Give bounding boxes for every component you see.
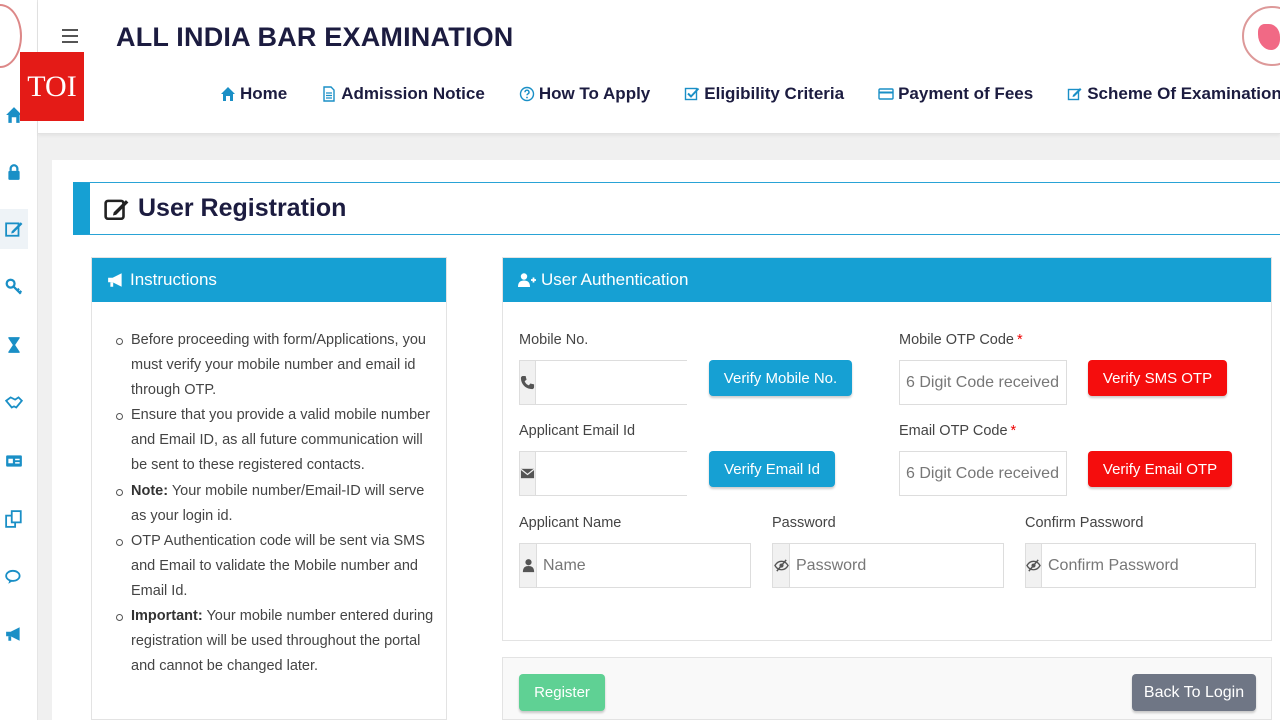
envelope-icon xyxy=(520,452,536,495)
id-card-icon[interactable] xyxy=(0,441,28,481)
nav-payment-of-fees[interactable]: Payment of Fees xyxy=(878,84,1033,104)
nav-label: How To Apply xyxy=(538,84,651,103)
email-label: Applicant Email Id xyxy=(519,423,635,439)
verify-email-otp-button[interactable]: Verify Email OTP xyxy=(1088,451,1232,487)
mobile-input-group xyxy=(519,360,749,405)
nav-home[interactable]: Home xyxy=(220,84,287,104)
item-text: Your mobile number/Email-ID will serve a… xyxy=(131,482,425,524)
key-icon[interactable] xyxy=(0,267,28,307)
back-to-login-button[interactable]: Back To Login xyxy=(1132,674,1256,711)
confirm-password-label-text: Confirm Password xyxy=(1025,515,1144,531)
authentication-title: User Authentication xyxy=(541,270,689,289)
mobile-otp-input[interactable] xyxy=(899,360,1067,405)
bullhorn-icon[interactable] xyxy=(0,614,28,654)
toi-badge: TOI xyxy=(20,52,84,121)
password-input[interactable] xyxy=(790,544,1003,587)
required-mark: * xyxy=(1010,423,1017,439)
password-label-text: Password xyxy=(772,515,836,531)
list-item: Note: Your mobile number/Email-ID will s… xyxy=(116,479,436,529)
credit-card-icon xyxy=(878,88,894,100)
confirm-password-input[interactable] xyxy=(1042,544,1255,587)
council-logo xyxy=(0,4,22,68)
menu-toggle-icon[interactable] xyxy=(62,29,78,43)
edit-icon[interactable] xyxy=(0,209,28,249)
form-actions: Register Back To Login xyxy=(502,657,1272,720)
lock-icon[interactable] xyxy=(0,152,28,192)
check-square-icon xyxy=(685,87,700,101)
user-plus-icon xyxy=(518,273,536,287)
nav-label: Payment of Fees xyxy=(898,84,1034,103)
eye-slash-icon[interactable] xyxy=(773,544,790,587)
top-header: ALL INDIA BAR EXAMINATION Home Admission… xyxy=(38,0,1280,134)
instructions-panel: Instructions Before proceeding with form… xyxy=(91,257,447,720)
verify-sms-otp-button[interactable]: Verify SMS OTP xyxy=(1088,360,1227,396)
email-otp-label-text: Email OTP Code xyxy=(899,423,1008,439)
list-item: Before proceeding with form/Applications… xyxy=(116,328,436,403)
user-icon xyxy=(520,544,537,587)
nav-scheme-of-examination[interactable]: Scheme Of Examination xyxy=(1067,84,1280,104)
item-text: Ensure that you provide a valid mobile n… xyxy=(131,407,431,474)
register-button[interactable]: Register xyxy=(519,674,605,711)
password-label: Password xyxy=(772,515,836,531)
user-authentication-panel: User Authentication Mobile No. Verify Mo… xyxy=(502,257,1272,641)
list-item: Important: Your mobile number entered du… xyxy=(116,604,436,679)
mobile-label-text: Mobile No. xyxy=(519,332,589,348)
list-item: Ensure that you provide a valid mobile n… xyxy=(116,403,436,478)
required-mark: * xyxy=(1016,332,1023,348)
instructions-header: Instructions xyxy=(92,258,446,302)
email-otp-input[interactable] xyxy=(899,451,1067,496)
hourglass-icon[interactable] xyxy=(0,325,28,365)
nav-how-to-apply[interactable]: How To Apply xyxy=(519,84,650,104)
question-circle-icon xyxy=(519,86,535,102)
main-content: User Registration Instructions Before pr… xyxy=(52,160,1280,720)
nav-label: Admission Notice xyxy=(341,84,485,103)
handshake-icon[interactable] xyxy=(0,383,28,423)
edit-square-icon xyxy=(1067,88,1082,101)
bullhorn-icon xyxy=(108,273,122,287)
mobile-otp-label: Mobile OTP Code * xyxy=(899,332,1023,348)
name-label: Applicant Name xyxy=(519,515,621,531)
name-input[interactable] xyxy=(537,544,750,587)
email-otp-label: Email OTP Code * xyxy=(899,423,1016,439)
list-item: OTP Authentication code will be sent via… xyxy=(116,529,436,604)
eye-slash-icon[interactable] xyxy=(1026,544,1042,587)
name-label-text: Applicant Name xyxy=(519,515,622,531)
edit-icon xyxy=(104,199,129,220)
email-input-group xyxy=(519,451,749,496)
item-text: OTP Authentication code will be sent via… xyxy=(131,532,425,599)
nav-label: Eligibility Criteria xyxy=(704,84,845,103)
authentication-header: User Authentication xyxy=(503,258,1271,302)
instructions-title: Instructions xyxy=(130,270,217,289)
app-title: ALL INDIA BAR EXAMINATION xyxy=(116,22,514,52)
document-icon xyxy=(323,86,335,102)
top-nav: Home Admission Notice How To Apply Eligi… xyxy=(220,84,1280,104)
verify-email-button[interactable]: Verify Email Id xyxy=(709,451,835,487)
nav-admission-notice[interactable]: Admission Notice xyxy=(321,84,485,104)
nav-eligibility-criteria[interactable]: Eligibility Criteria xyxy=(684,84,844,104)
item-emphasis: Important: xyxy=(131,608,203,625)
password-input-group xyxy=(772,543,1004,588)
verify-mobile-button[interactable]: Verify Mobile No. xyxy=(709,360,852,396)
comments-icon[interactable] xyxy=(0,557,28,597)
page-title: User Registration xyxy=(138,194,347,222)
copy-icon[interactable] xyxy=(0,499,28,539)
nav-label: Home xyxy=(240,84,288,103)
page-heading: User Registration xyxy=(73,182,1280,235)
item-emphasis: Note: xyxy=(131,482,169,499)
nav-label: Scheme Of Examination xyxy=(1087,84,1280,103)
confirm-password-label: Confirm Password xyxy=(1025,515,1143,531)
confirm-password-input-group xyxy=(1025,543,1256,588)
instructions-list: Before proceeding with form/Applications… xyxy=(92,302,446,679)
email-label-text: Applicant Email Id xyxy=(519,423,636,439)
mobile-label: Mobile No. xyxy=(519,332,588,348)
home-icon xyxy=(221,87,235,101)
item-text: Before proceeding with form/Applications… xyxy=(131,332,426,399)
mobile-otp-label-text: Mobile OTP Code xyxy=(899,332,1014,348)
name-input-group xyxy=(519,543,751,588)
phone-icon xyxy=(520,361,536,404)
